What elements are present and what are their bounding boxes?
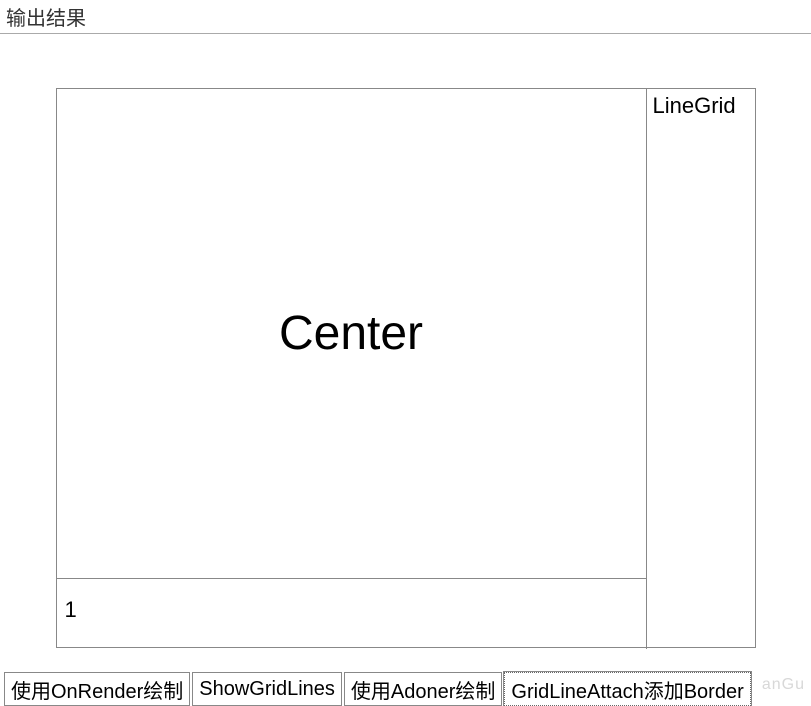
- tab-row: 使用OnRender绘制 ShowGridLines 使用Adoner绘制 Gr…: [0, 672, 811, 706]
- output-title: 输出结果: [6, 8, 86, 30]
- grid-cell-main: Center: [57, 89, 647, 579]
- grid-cell-right: LineGrid: [647, 89, 757, 649]
- tab-showgridlines[interactable]: ShowGridLines: [192, 672, 342, 706]
- tab-label: 使用OnRender绘制: [11, 675, 183, 704]
- grid-demo: Center LineGrid 1: [56, 88, 756, 648]
- right-label: LineGrid: [653, 93, 736, 118]
- tab-label: ShowGridLines: [199, 678, 335, 701]
- tab-label: 使用Adoner绘制: [351, 675, 496, 704]
- tab-onrender[interactable]: 使用OnRender绘制: [4, 672, 190, 706]
- grid-cell-bottom: 1: [57, 579, 647, 649]
- center-label: Center: [279, 306, 423, 361]
- bottom-label: 1: [65, 597, 77, 622]
- tab-label: GridLineAttach添加Border: [511, 675, 743, 704]
- main-area: Center LineGrid 1: [0, 34, 811, 672]
- tab-adoner[interactable]: 使用Adoner绘制: [344, 672, 503, 706]
- tab-gridlineattach[interactable]: GridLineAttach添加Border: [504, 672, 750, 706]
- output-header: 输出结果: [0, 0, 811, 34]
